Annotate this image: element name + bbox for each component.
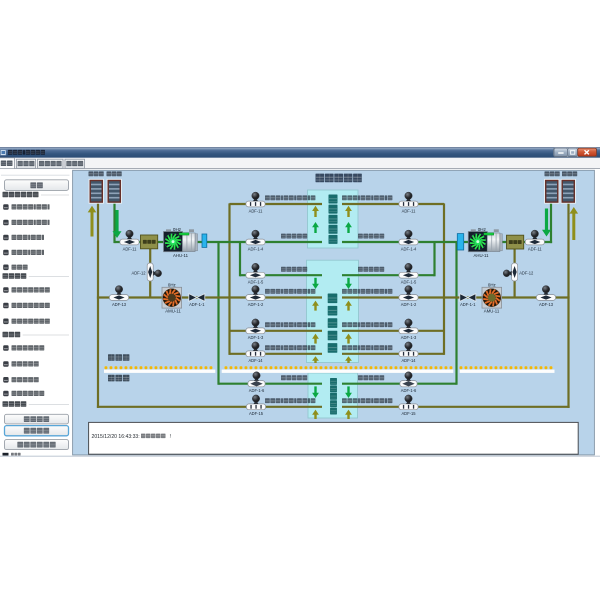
svg-text:0Hz: 0Hz bbox=[173, 227, 182, 232]
svg-text:ADF-14: ADF-14 bbox=[401, 358, 416, 363]
svg-text:ADF-11: ADF-11 bbox=[528, 246, 543, 251]
svg-text:AMU-11: AMU-11 bbox=[484, 308, 500, 313]
svg-text:ADF-15: ADF-15 bbox=[401, 411, 416, 416]
svg-text:2015/12/20 16:43:33:: 2015/12/20 16:43:33: bbox=[92, 434, 140, 440]
svg-text:ADF-13: ADF-13 bbox=[112, 302, 127, 307]
svg-text:0Hz: 0Hz bbox=[488, 282, 496, 287]
svg-text:ADF-11: ADF-11 bbox=[123, 246, 138, 251]
svg-text:ADF-1-6: ADF-1-6 bbox=[249, 388, 265, 393]
svg-text:!: ! bbox=[170, 434, 171, 440]
svg-text:ADF-1-3: ADF-1-3 bbox=[401, 335, 417, 340]
svg-text:ADF-1-6: ADF-1-6 bbox=[401, 388, 417, 393]
svg-text:ADF-12: ADF-12 bbox=[519, 271, 534, 276]
svg-text:ADF-1-5: ADF-1-5 bbox=[401, 280, 417, 285]
svg-text:ADF-1-3: ADF-1-3 bbox=[248, 335, 264, 340]
svg-text:AHU-11: AHU-11 bbox=[474, 253, 490, 258]
svg-text:0Hz: 0Hz bbox=[478, 227, 487, 232]
svg-text:ADF-1-4: ADF-1-4 bbox=[248, 246, 264, 251]
svg-text:ADF-11: ADF-11 bbox=[249, 208, 264, 213]
svg-text:ADF-1-2: ADF-1-2 bbox=[401, 302, 417, 307]
svg-text:ADF-13: ADF-13 bbox=[539, 302, 554, 307]
svg-text:ADF-1-2: ADF-1-2 bbox=[248, 302, 264, 307]
svg-text:0Hz: 0Hz bbox=[168, 282, 176, 287]
svg-text:ADF-1-4: ADF-1-4 bbox=[401, 246, 417, 251]
svg-text:AMU-11: AMU-11 bbox=[165, 308, 181, 313]
svg-text:ADF-1-5: ADF-1-5 bbox=[248, 280, 264, 285]
svg-text:ADF-1-1: ADF-1-1 bbox=[460, 302, 476, 307]
svg-text:ADF-12: ADF-12 bbox=[131, 271, 146, 276]
svg-text:ADF-11: ADF-11 bbox=[402, 208, 417, 213]
svg-text:ADF-1-1: ADF-1-1 bbox=[189, 302, 205, 307]
svg-text:ADF-15: ADF-15 bbox=[249, 411, 264, 416]
svg-text:ADF-14: ADF-14 bbox=[248, 358, 263, 363]
svg-text:AHU-11: AHU-11 bbox=[173, 253, 189, 258]
